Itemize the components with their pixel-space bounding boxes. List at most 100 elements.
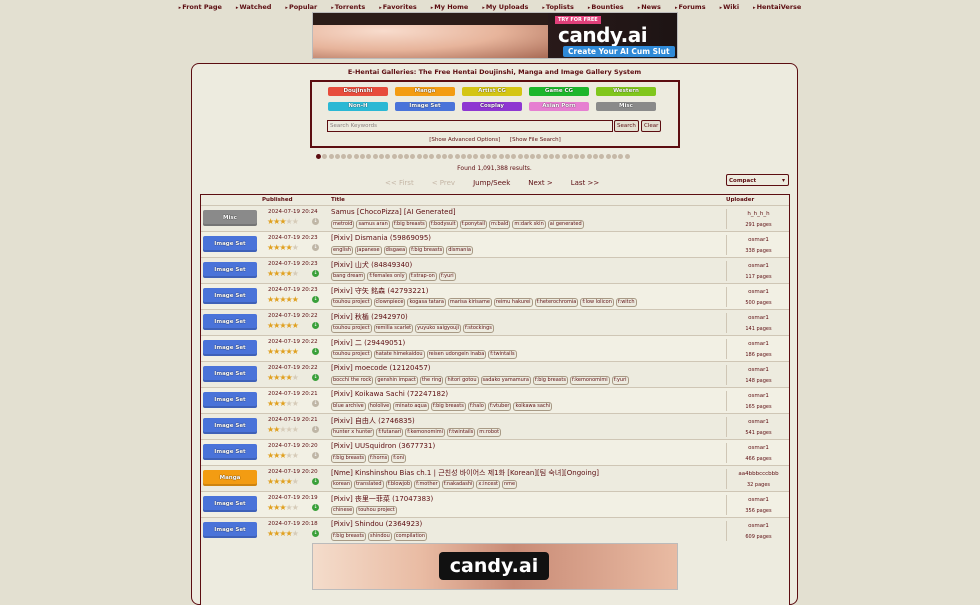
category-toggle-misc[interactable]: Misc <box>596 102 656 111</box>
tag[interactable]: f:females only <box>367 272 407 281</box>
tag[interactable]: f:twintails <box>488 350 517 359</box>
carousel-dot[interactable] <box>372 154 378 159</box>
carousel-dot[interactable] <box>429 154 435 159</box>
tag[interactable]: f:yuri <box>438 272 456 281</box>
tag[interactable]: samus aran <box>356 220 390 229</box>
tag[interactable]: hunter x hunter <box>331 428 375 437</box>
table-row[interactable]: Image Set 2024-07-19 20:23 ★★★★★ ↓ [Pixiv] 山… <box>201 257 789 284</box>
uploader-link[interactable]: osmar1 <box>727 263 790 269</box>
uploader-link[interactable]: osmar1 <box>727 445 790 451</box>
carousel-dot[interactable] <box>530 154 536 159</box>
tag[interactable]: touhou project <box>356 506 397 515</box>
tag[interactable]: genshin impact <box>375 376 418 385</box>
category-badge[interactable]: Image Set <box>203 444 257 460</box>
category-badge[interactable]: Image Set <box>203 392 257 408</box>
tag[interactable]: kogasa tatara <box>407 298 446 307</box>
tag[interactable]: hatate himekaidou <box>373 350 425 359</box>
torrent-download-icon[interactable]: ↓ <box>312 504 319 511</box>
torrent-download-icon[interactable]: ↓ <box>312 296 319 303</box>
torrent-download-icon[interactable]: ↓ <box>312 218 319 225</box>
gallery-title-link[interactable]: [Pixiv] Shindou (2364923) <box>331 520 422 528</box>
gallery-title-link[interactable]: [Pixiv] 守矢 銘森 (42793221) <box>331 286 428 296</box>
tag[interactable]: reimu hakurei <box>493 298 533 307</box>
header-title[interactable]: Title <box>331 197 345 203</box>
carousel-dot[interactable] <box>454 154 460 159</box>
search-button[interactable]: Search <box>614 120 639 132</box>
tag[interactable]: f:big breasts <box>430 402 466 411</box>
carousel-dot[interactable] <box>517 154 523 159</box>
advertisement-banner-bottom[interactable]: candy.ai <box>312 543 678 590</box>
category-toggle-doujinshi[interactable]: Doujinshi <box>328 87 388 96</box>
header-uploader[interactable]: Uploader <box>726 197 754 203</box>
tag[interactable]: m:dark skin <box>512 220 546 229</box>
category-badge[interactable]: Image Set <box>203 288 257 304</box>
search-input[interactable]: Search Keywords <box>327 120 613 132</box>
tag[interactable]: koikawa sachi <box>513 402 553 411</box>
category-toggle-western[interactable]: Western <box>596 87 656 96</box>
carousel-dot[interactable] <box>580 154 586 159</box>
carousel-dot[interactable] <box>498 154 504 159</box>
carousel-dot[interactable] <box>391 154 397 159</box>
table-row[interactable]: Image Set 2024-07-19 20:21 ★★★★★ ↓ [Pixiv] 自… <box>201 413 789 440</box>
jump-seek-link[interactable]: Jump/Seek <box>473 179 510 187</box>
header-published[interactable]: Published <box>262 197 293 203</box>
tag[interactable]: f:big breasts <box>532 376 568 385</box>
table-row[interactable]: Image Set 2024-07-19 20:23 ★★★★★ ↓ [Pixiv] 守… <box>201 283 789 310</box>
table-row[interactable]: Image Set 2024-07-19 20:22 ★★★★★ ↓ [Pixiv] 二… <box>201 335 789 362</box>
carousel-dot[interactable] <box>492 154 498 159</box>
carousel-dot[interactable] <box>504 154 510 159</box>
carousel-dot[interactable] <box>341 154 347 159</box>
tag[interactable]: shindou <box>368 532 392 541</box>
show-file-search-link[interactable]: [Show File Search] <box>510 137 561 143</box>
uploader-link[interactable]: osmar1 <box>727 393 790 399</box>
carousel-dot[interactable] <box>441 154 447 159</box>
tag[interactable]: f:witch <box>615 298 637 307</box>
carousel-dot[interactable] <box>353 154 359 159</box>
carousel-dot[interactable] <box>611 154 617 159</box>
tag[interactable]: remilia scarlet <box>373 324 414 333</box>
uploader-link[interactable]: osmar1 <box>727 367 790 373</box>
gallery-title-link[interactable]: [Pixiv] Dismania (59869095) <box>331 234 431 242</box>
category-badge[interactable]: Misc <box>203 210 257 226</box>
tag[interactable]: metroid <box>331 220 355 229</box>
tag[interactable]: touhou project <box>331 324 372 333</box>
tag[interactable]: f:halo <box>467 402 486 411</box>
carousel-dots[interactable] <box>316 154 630 160</box>
carousel-dot[interactable] <box>548 154 554 159</box>
category-toggle-game-cg[interactable]: Game CG <box>529 87 589 96</box>
carousel-dot[interactable] <box>618 154 624 159</box>
carousel-dot[interactable] <box>586 154 592 159</box>
tag[interactable]: f:mother <box>414 480 440 489</box>
uploader-link[interactable]: osmar1 <box>727 497 790 503</box>
gallery-title-link[interactable]: Samus [ChocoPizza] [AI Generated] <box>331 208 456 216</box>
carousel-dot[interactable] <box>605 154 611 159</box>
gallery-title-link[interactable]: [Pixiv] 二 (29449051) <box>331 338 405 348</box>
tag[interactable]: f:ponytail <box>459 220 487 229</box>
tag[interactable]: hololive <box>367 402 392 411</box>
table-row[interactable]: Manga 2024-07-19 20:20 ★★★★★ ↓ [Nme] Kinshin… <box>201 465 789 492</box>
category-badge[interactable]: Image Set <box>203 522 257 538</box>
tag[interactable]: reisen udongein inaba <box>426 350 487 359</box>
category-toggle-artist-cg[interactable]: Artist CG <box>462 87 522 96</box>
category-toggle-cosplay[interactable]: Cosplay <box>462 102 522 111</box>
uploader-link[interactable]: h_h_h_h <box>727 211 790 217</box>
torrent-download-icon[interactable]: ↓ <box>312 530 319 537</box>
tag[interactable]: compilation <box>393 532 428 541</box>
ad-cta-button[interactable]: Create Your AI Cum Slut <box>563 46 675 57</box>
carousel-dot[interactable] <box>593 154 599 159</box>
carousel-dot[interactable] <box>555 154 561 159</box>
tag[interactable]: touhou project <box>331 350 372 359</box>
tag[interactable]: blue archive <box>331 402 366 411</box>
carousel-dot[interactable] <box>423 154 429 159</box>
tag[interactable]: korean <box>331 480 353 489</box>
tag[interactable]: f:big breasts <box>391 220 427 229</box>
tag[interactable]: f:horns <box>368 454 390 463</box>
category-badge[interactable]: Image Set <box>203 366 257 382</box>
uploader-link[interactable]: osmar1 <box>727 341 790 347</box>
torrent-download-icon[interactable]: ↓ <box>312 348 319 355</box>
nav-link-watched[interactable]: Watched <box>236 3 271 17</box>
tag[interactable]: f:low lolicon <box>580 298 614 307</box>
advertisement-banner-top[interactable]: TRY FOR FREE candy.ai Create Your AI Cum… <box>312 12 678 59</box>
show-advanced-options-link[interactable]: [Show Advanced Options] <box>429 137 500 143</box>
category-badge[interactable]: Image Set <box>203 340 257 356</box>
